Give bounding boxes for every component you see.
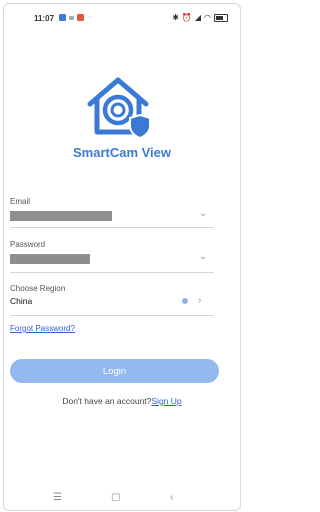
back-icon[interactable]: ‹ [170, 492, 173, 503]
system-nav-bar: ☰ ▢ ‹ [4, 492, 240, 508]
status-bar: 11:07 ·· ✱ ⏰ ◢ ◠ [4, 4, 240, 32]
more-notifications-icon: ·· [87, 14, 92, 21]
bluetooth-icon: ✱ [172, 13, 179, 22]
notification-app-icon [77, 14, 84, 21]
battery-icon [214, 13, 228, 22]
chevron-down-icon[interactable]: ⌄ [199, 251, 207, 262]
email-label: Email [10, 197, 31, 206]
email-value-redacted[interactable] [10, 211, 112, 221]
system-icons: ✱ ⏰ ◢ ◠ [172, 13, 228, 22]
chevron-right-icon[interactable]: › [198, 295, 201, 306]
signal-icon: ◢ [194, 13, 202, 22]
notification-app-icon [59, 14, 66, 21]
home-square-icon[interactable]: ▢ [111, 492, 120, 503]
message-icon [69, 15, 74, 20]
smartcam-logo-icon [87, 77, 151, 140]
notification-icons: ·· [59, 14, 92, 21]
password-field[interactable]: Password [10, 240, 214, 264]
forgot-password-link[interactable]: Forgot Password? [10, 324, 75, 333]
email-field[interactable]: Email [10, 197, 214, 221]
password-value-redacted[interactable] [10, 254, 90, 264]
status-time: 11:07 [34, 14, 55, 23]
password-divider [10, 272, 214, 273]
phone-screen: 11:07 ·· ✱ ⏰ ◢ ◠ SmartCam View Email ⌄ P… [3, 3, 241, 511]
signup-prompt: Don't have an account?Sign Up [4, 396, 240, 406]
no-account-text: Don't have an account? [62, 396, 152, 406]
menu-icon[interactable]: ☰ [53, 492, 62, 503]
app-title: SmartCam View [72, 145, 172, 160]
login-button[interactable]: Login [10, 359, 219, 383]
region-indicator-dot [182, 298, 188, 304]
chevron-down-icon[interactable]: ⌄ [199, 208, 207, 219]
wifi-icon: ◠ [204, 13, 211, 22]
region-label: Choose Region [10, 284, 66, 293]
region-divider [10, 315, 214, 316]
email-divider [10, 227, 214, 228]
password-label: Password [10, 240, 46, 249]
sign-up-link[interactable]: Sign Up [151, 396, 181, 406]
alarm-icon: ⏰ [181, 13, 192, 22]
